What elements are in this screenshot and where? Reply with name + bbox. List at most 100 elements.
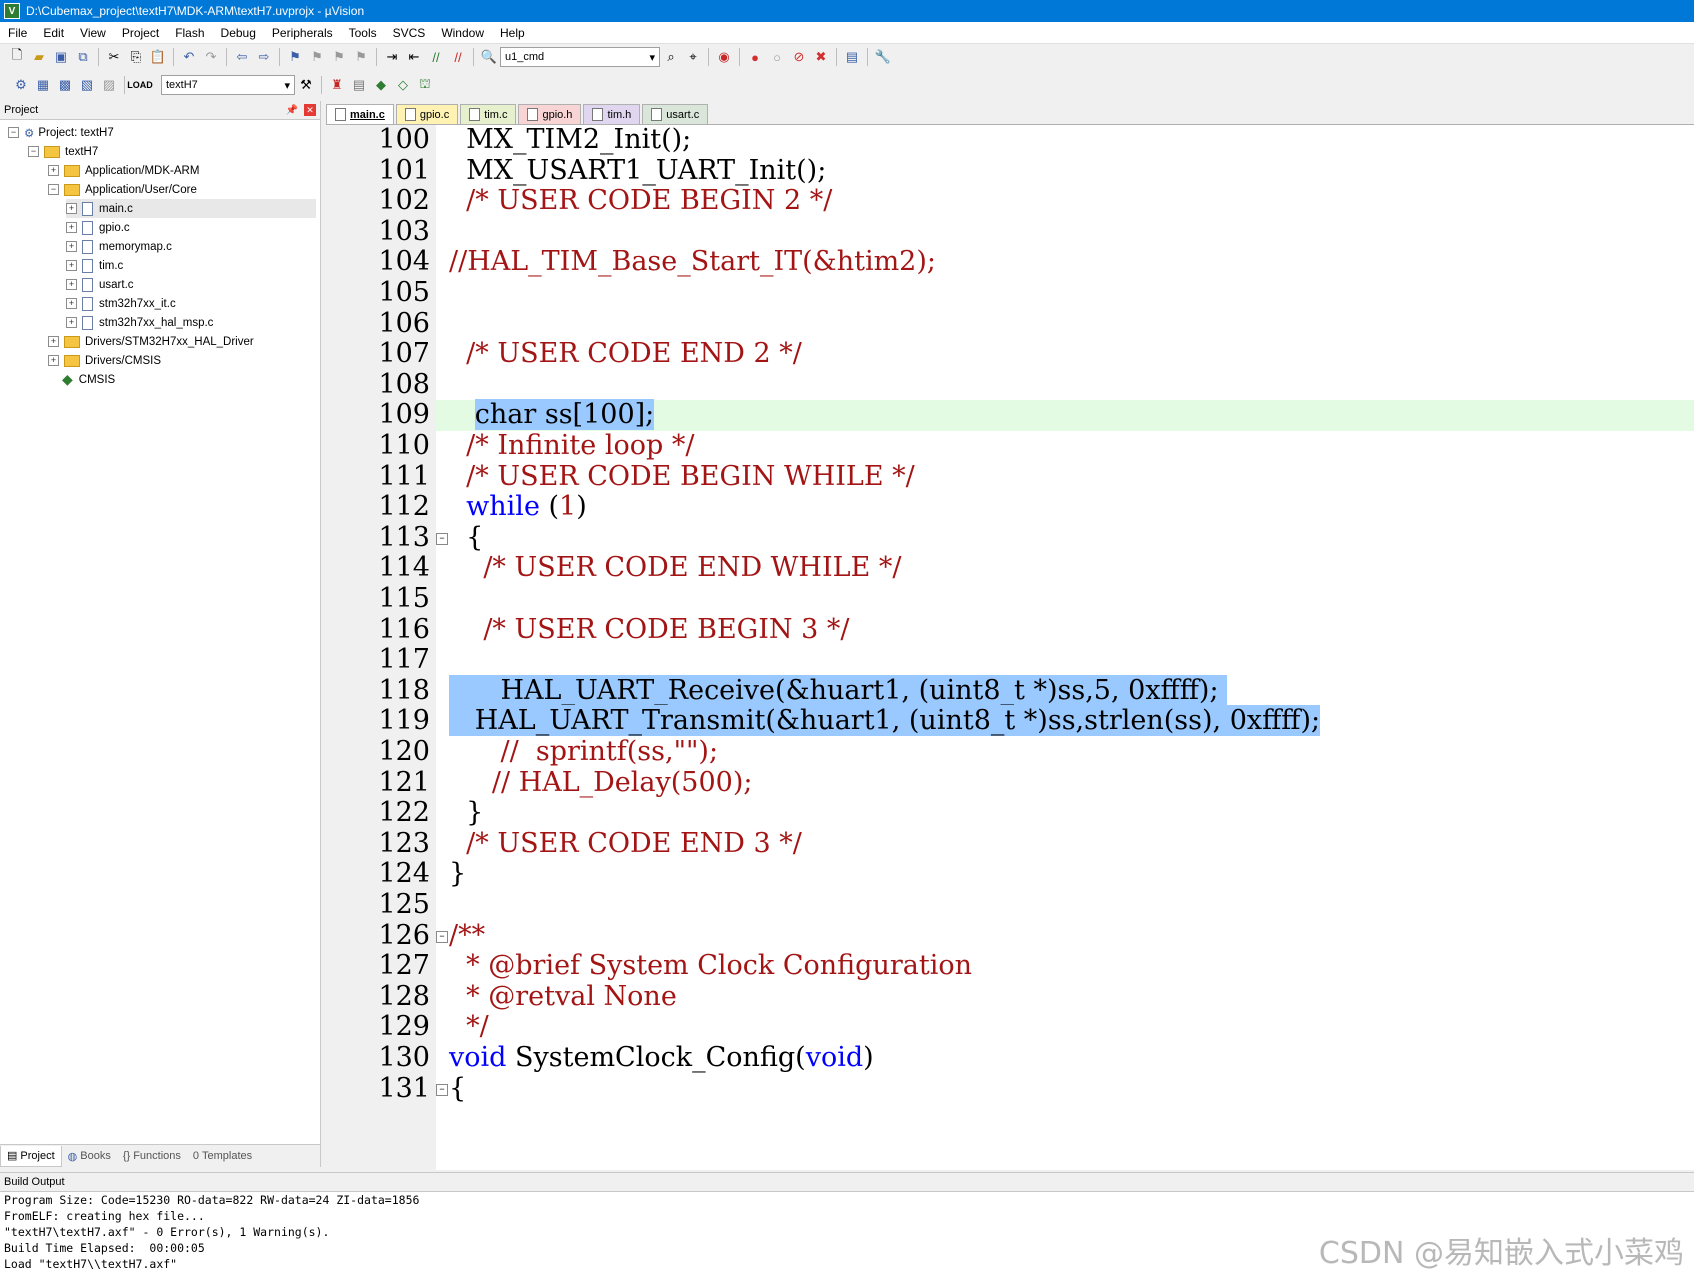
fold-toggle-icon[interactable]: − bbox=[436, 532, 448, 545]
save-icon[interactable]: ▣ bbox=[51, 47, 71, 67]
code-editor[interactable]: 100 MX_TIM2_Init(); 101 MX_USART1_UART_In… bbox=[326, 124, 1694, 1170]
collapse-icon[interactable]: − bbox=[28, 146, 39, 157]
code-line[interactable]: 118 HAL_UART_Receive(&huart1, (uint8_t *… bbox=[326, 674, 1694, 707]
tab-usart-c[interactable]: usart.c bbox=[642, 104, 709, 124]
target-options-icon[interactable]: ⚒ bbox=[296, 75, 316, 95]
tab-tim-h[interactable]: tim.h bbox=[583, 104, 641, 124]
tree-item-file[interactable]: + usart.c bbox=[66, 275, 134, 294]
bookmark-clear-icon[interactable]: ⚑ bbox=[351, 47, 371, 67]
tree-item-file[interactable]: + stm32h7xx_it.c bbox=[66, 294, 176, 313]
menu-edit[interactable]: Edit bbox=[35, 26, 72, 40]
copy-icon[interactable]: ⎘ bbox=[126, 47, 146, 67]
tab-gpio-c[interactable]: gpio.c bbox=[395, 104, 459, 124]
tree-item-group[interactable]: + Drivers/CMSIS bbox=[48, 351, 161, 370]
tab-tim-c[interactable]: tim.c bbox=[460, 104, 517, 124]
find-in-files-icon[interactable]: 🔍 bbox=[479, 47, 499, 67]
incremental-find-icon[interactable]: ⌖ bbox=[683, 47, 703, 67]
breakpoint-kill-all-icon[interactable]: ✖ bbox=[811, 47, 831, 67]
rebuild-icon[interactable]: ▩ bbox=[55, 75, 75, 95]
chevron-down-icon[interactable]: ▾ bbox=[649, 51, 655, 64]
code-line[interactable]: 101 MX_USART1_UART_Init(); bbox=[326, 155, 1694, 187]
select-packs-icon[interactable]: ◇ bbox=[393, 75, 413, 95]
navigate-forward-icon[interactable]: ⇨ bbox=[254, 47, 274, 67]
menu-flash[interactable]: Flash bbox=[167, 26, 212, 40]
code-line[interactable]: 109 char ss[100]; bbox=[326, 399, 1694, 431]
tree-item-component[interactable]: ◆ CMSIS bbox=[62, 370, 115, 389]
window-layout-icon[interactable]: ▤ bbox=[842, 47, 862, 67]
translate-icon[interactable]: ⚙ bbox=[11, 75, 31, 95]
code-line[interactable]: 106 bbox=[326, 308, 1694, 340]
code-line[interactable]: 123 /* USER CODE END 3 */ bbox=[326, 828, 1694, 860]
menu-window[interactable]: Window bbox=[433, 26, 492, 40]
tree-item-file[interactable]: + memorymap.c bbox=[66, 237, 172, 256]
menu-help[interactable]: Help bbox=[492, 26, 533, 40]
manage-project-items-icon[interactable]: ♜ bbox=[327, 75, 347, 95]
indent-icon[interactable]: ⇥ bbox=[382, 47, 402, 67]
build-icon[interactable]: ▦ bbox=[33, 75, 53, 95]
expand-icon[interactable]: + bbox=[66, 298, 77, 309]
code-line[interactable]: 103 bbox=[326, 216, 1694, 248]
tab-gpio-h[interactable]: gpio.h bbox=[518, 104, 582, 124]
breakpoint-insert-icon[interactable]: ● bbox=[745, 47, 765, 67]
tree-item-project-root[interactable]: − ⚙ Project: textH7 bbox=[8, 123, 114, 142]
code-line[interactable]: 124} bbox=[326, 859, 1694, 890]
code-line[interactable]: 119 HAL_UART_Transmit(&huart1, (uint8_t … bbox=[326, 705, 1694, 737]
find-combo[interactable]: u1_cmd ▾ bbox=[500, 47, 660, 67]
code-line[interactable]: 110 /* Infinite loop */ bbox=[326, 430, 1694, 462]
chevron-down-icon[interactable]: ▾ bbox=[284, 79, 290, 92]
code-line[interactable]: 130 void SystemClock_Config(void) bbox=[326, 1042, 1694, 1074]
menu-svcs[interactable]: SVCS bbox=[385, 26, 434, 40]
paste-icon[interactable]: 📋 bbox=[148, 47, 168, 67]
expand-icon[interactable]: + bbox=[48, 165, 59, 176]
menu-tools[interactable]: Tools bbox=[341, 26, 385, 40]
expand-icon[interactable]: + bbox=[66, 317, 77, 328]
redo-icon[interactable]: ↷ bbox=[201, 47, 221, 67]
breakpoint-disable-all-icon[interactable]: ⊘ bbox=[789, 47, 809, 67]
save-all-icon[interactable]: ⧉ bbox=[73, 47, 93, 67]
comment-icon[interactable]: // bbox=[426, 47, 446, 67]
close-icon[interactable]: ✕ bbox=[304, 104, 316, 116]
expand-icon[interactable]: + bbox=[66, 222, 77, 233]
code-line[interactable]: 120 // sprintf(ss,""); bbox=[326, 736, 1694, 768]
fold-toggle-icon[interactable]: − bbox=[436, 1083, 448, 1096]
cut-icon[interactable]: ✂ bbox=[104, 47, 124, 67]
configure-wrench-icon[interactable]: 🔧 bbox=[873, 47, 893, 67]
code-line[interactable]: 111 /* USER CODE BEGIN WHILE */ bbox=[326, 461, 1694, 493]
tree-item-file-selected[interactable]: + main.c bbox=[66, 199, 316, 218]
code-line[interactable]: 108 bbox=[326, 369, 1694, 401]
collapse-icon[interactable]: − bbox=[48, 184, 59, 195]
code-line[interactable]: 122 } bbox=[326, 797, 1694, 829]
tree-item-group[interactable]: + Application/MDK-ARM bbox=[48, 161, 199, 180]
tab-templates[interactable]: 0 Templates bbox=[187, 1146, 258, 1166]
code-line[interactable]: 126−/** bbox=[326, 920, 1694, 952]
code-line[interactable]: 127 * @brief System Clock Configuration bbox=[326, 950, 1694, 982]
fold-toggle-icon[interactable]: − bbox=[436, 930, 448, 943]
code-line[interactable]: 125 bbox=[326, 889, 1694, 921]
expand-icon[interactable]: + bbox=[66, 203, 77, 214]
tree-item-file[interactable]: + gpio.c bbox=[66, 218, 130, 237]
tab-functions[interactable]: {} Functions bbox=[117, 1146, 187, 1166]
menu-file[interactable]: File bbox=[0, 26, 35, 40]
undo-icon[interactable]: ↶ bbox=[179, 47, 199, 67]
bookmark-next-icon[interactable]: ⚑ bbox=[329, 47, 349, 67]
breakpoint-enable-icon[interactable]: ○ bbox=[767, 47, 787, 67]
menu-debug[interactable]: Debug bbox=[213, 26, 264, 40]
tree-item-file[interactable]: + stm32h7xx_hal_msp.c bbox=[66, 313, 213, 332]
tree-item-target[interactable]: − textH7 bbox=[28, 142, 98, 161]
find-icon[interactable]: ⌕ bbox=[661, 47, 681, 67]
code-line[interactable]: 100 MX_TIM2_Init(); bbox=[326, 125, 1694, 156]
tree-item-group[interactable]: + Drivers/STM32H7xx_HAL_Driver bbox=[48, 332, 254, 351]
manage-rte-icon[interactable]: ◆ bbox=[371, 75, 391, 95]
tree-item-file[interactable]: + tim.c bbox=[66, 256, 123, 275]
expand-icon[interactable]: + bbox=[48, 355, 59, 366]
code-line[interactable]: 112 while (1) bbox=[326, 491, 1694, 523]
collapse-icon[interactable]: − bbox=[8, 127, 19, 138]
code-line[interactable]: 113− { bbox=[326, 522, 1694, 554]
code-line[interactable]: 131−{ bbox=[326, 1073, 1694, 1105]
bookmark-prev-icon[interactable]: ⚑ bbox=[307, 47, 327, 67]
code-line[interactable]: 117 bbox=[326, 645, 1694, 676]
pin-icon[interactable]: 📌 bbox=[286, 105, 298, 116]
expand-icon[interactable]: + bbox=[66, 260, 77, 271]
tree-item-group[interactable]: − Application/User/Core bbox=[48, 180, 197, 199]
uncomment-icon[interactable]: // bbox=[448, 47, 468, 67]
